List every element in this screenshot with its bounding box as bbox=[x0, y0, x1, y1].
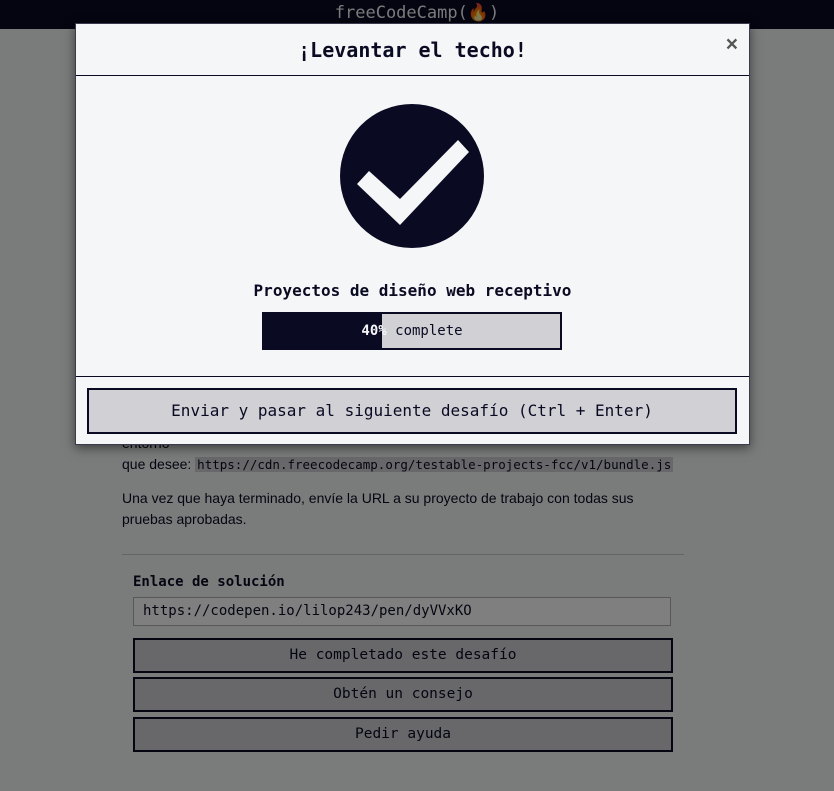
submit-label: Enviar y pasar al siguiente desafío bbox=[171, 401, 509, 420]
progress-suffix: complete bbox=[386, 323, 463, 339]
certification-title: Proyectos de diseño web receptivo bbox=[253, 281, 572, 300]
modal-footer: Enviar y pasar al siguiente desafío (Ctr… bbox=[76, 376, 749, 445]
progress-label: 40% complete bbox=[264, 314, 560, 348]
progress-bar: 40% complete bbox=[262, 312, 562, 350]
submit-next-challenge-button[interactable]: Enviar y pasar al siguiente desafío (Ctr… bbox=[87, 388, 737, 434]
completion-modal: ¡Levantar el techo! × Proyectos de diseñ… bbox=[75, 23, 750, 445]
progress-percent: 40% bbox=[361, 323, 387, 339]
submit-shortcut: (Ctrl + Enter) bbox=[517, 401, 653, 420]
checkmark-icon bbox=[357, 140, 469, 225]
check-circle-icon bbox=[340, 104, 484, 248]
close-icon[interactable]: × bbox=[726, 33, 738, 57]
modal-title: ¡Levantar el techo! bbox=[298, 38, 527, 62]
modal-header: ¡Levantar el techo! × bbox=[76, 24, 749, 76]
